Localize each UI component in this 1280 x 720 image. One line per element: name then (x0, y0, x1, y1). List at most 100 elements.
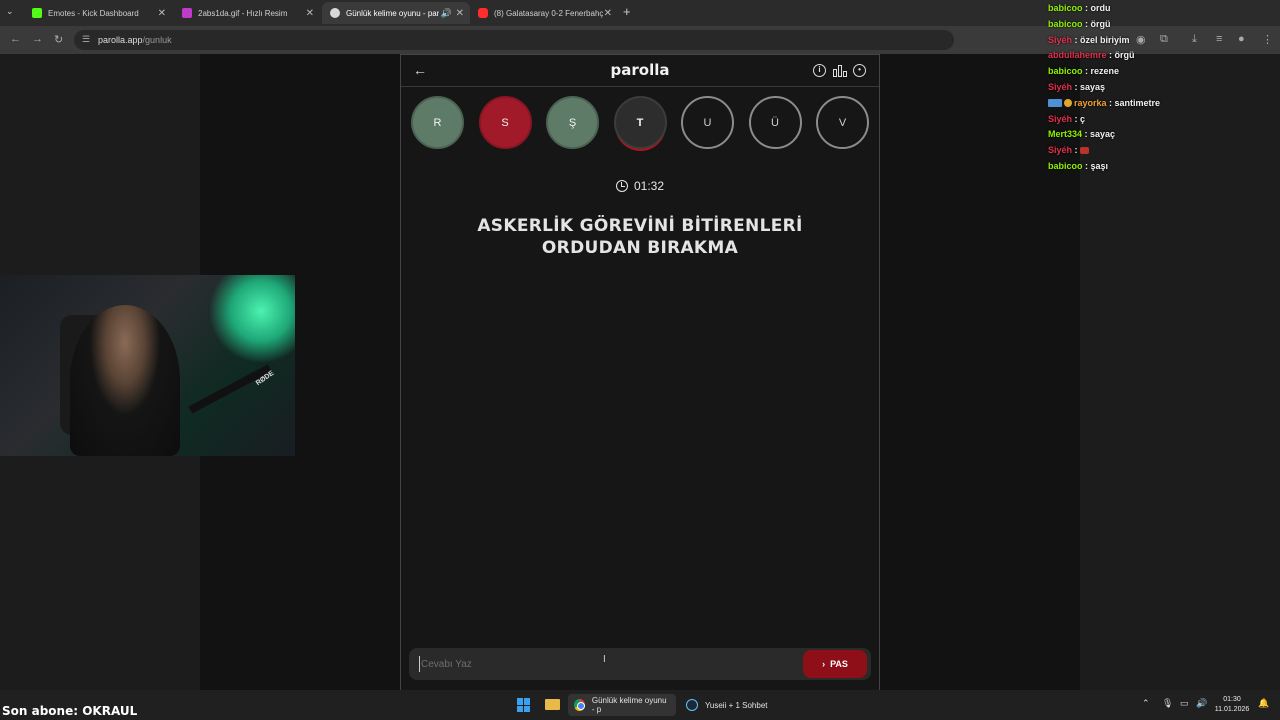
close-icon[interactable]: ✕ (456, 8, 464, 19)
question-text: ASKERLİK GÖREVİNİ BİTİRENLERİ ORDUDAN BI… (441, 215, 839, 259)
chat-text: sayaç (1090, 129, 1116, 140)
game-header: ← parolla i • (401, 55, 879, 87)
app-logo: parolla (610, 61, 670, 79)
chat-message: babicoo : örgü (1048, 18, 1111, 29)
tab-parolla[interactable]: Günlük kelime oyunu - par 🔊 ✕ (322, 2, 470, 24)
kick-icon (32, 8, 42, 18)
chat-username: Mert334 (1048, 129, 1083, 140)
tab-label: 2abs1da.gif - Hızlı Resim (198, 8, 288, 18)
close-icon[interactable]: ✕ (158, 8, 166, 19)
taskbar-steam-app[interactable]: Yuseii + 1 Sohbet (680, 694, 780, 716)
windows-start-icon[interactable] (517, 698, 531, 712)
network-icon[interactable]: ▭ (1180, 698, 1189, 709)
tab-youtube[interactable]: (8) Galatasaray 0-2 Fenerbahç ✕ (470, 2, 618, 24)
url-host: parolla.app (98, 35, 143, 45)
tab-label: (8) Galatasaray 0-2 Fenerbahç (494, 8, 604, 18)
chevron-up-icon[interactable]: ⌃ (1142, 698, 1150, 709)
chat-text: örgü (1114, 50, 1135, 61)
clock-date: 11.01.2026 (1214, 706, 1250, 713)
tab-label: Günlük kelime oyunu - par (346, 8, 440, 18)
emote-icon (1080, 147, 1090, 155)
timer-value: 01:32 (633, 179, 665, 193)
taskbar-app-label: Yuseii + 1 Sohbet (705, 700, 768, 710)
question-line-1: ASKERLİK GÖREVİNİ BİTİRENLERİ (477, 216, 803, 236)
chat-text: santimetre (1114, 97, 1161, 108)
webcam-overlay: RØDE (0, 275, 295, 456)
reload-icon[interactable]: ↻ (54, 33, 63, 46)
speaker-icon[interactable]: 🔊 (441, 8, 452, 19)
menu-icon[interactable]: ⋮ (1262, 33, 1273, 46)
gift-badge-icon (1064, 98, 1072, 107)
tab-label: Emotes - Kick Dashboard (48, 8, 139, 18)
chat-message: Siyéh : ç (1048, 113, 1086, 124)
subscriber-badge-icon (1048, 98, 1062, 107)
back-icon[interactable]: ← (10, 33, 21, 45)
volume-icon[interactable]: 🔊 (1196, 698, 1207, 709)
chat-username: abdullahemre (1048, 50, 1107, 61)
microphone-arm (188, 364, 272, 414)
user-icon[interactable]: • (853, 64, 866, 77)
chat-username: Siyéh (1048, 145, 1073, 156)
clock-icon (615, 180, 628, 192)
letter-s: S (478, 96, 532, 149)
tab-search-icon[interactable]: ⌄ (6, 6, 14, 17)
system-clock[interactable]: 01:30 11.01.2026 (1210, 695, 1254, 715)
url-path: /gunluk (142, 35, 172, 45)
microphone-icon[interactable]: 🎙 (1162, 698, 1173, 709)
pass-button[interactable]: › PAS (803, 650, 867, 678)
last-subscriber-label: Son abone: OKRAUL (2, 704, 138, 718)
chat-message: Mert334 : sayaç (1048, 129, 1116, 140)
text-cursor-icon: I (603, 654, 606, 665)
close-icon[interactable]: ✕ (604, 8, 612, 19)
chat-username: babicoo (1048, 66, 1083, 77)
streamer (70, 305, 180, 456)
chat-username: babicoo (1048, 160, 1083, 171)
close-icon[interactable]: ✕ (306, 8, 314, 19)
chat-username: babicoo (1048, 3, 1083, 13)
answer-bar: I › PAS (409, 648, 871, 680)
new-tab-button[interactable]: + (623, 4, 631, 19)
game-panel: ← parolla i • R S Ş T U Ü V 01:32 ASKERL… (400, 54, 880, 690)
steam-icon (686, 699, 698, 711)
chat-text: ordu (1090, 3, 1111, 13)
pass-label: PAS (830, 659, 848, 669)
image-icon (182, 8, 192, 18)
address-bar[interactable]: ☰ parolla.app/gunluk (74, 30, 954, 50)
letter-sh: Ş (546, 96, 599, 149)
chat-message: Siyéh : sayaş (1048, 81, 1106, 92)
chat-text: sayaş (1080, 81, 1106, 92)
parolla-icon (330, 8, 340, 18)
youtube-icon (478, 8, 488, 18)
chat-username: Siyéh (1048, 113, 1073, 124)
site-info-icon[interactable]: ☰ (82, 34, 90, 45)
letter-ue: Ü (748, 96, 802, 149)
file-explorer-icon[interactable] (545, 699, 560, 710)
chat-text: örgü (1090, 18, 1111, 29)
chat-text: ç (1080, 113, 1086, 124)
chat-username: rayorka (1074, 97, 1107, 108)
question-line-2: ORDUDAN BIRAKMA (541, 238, 739, 258)
info-icon[interactable]: i (813, 64, 826, 77)
letter-progress: R S Ş T U Ü V (411, 96, 871, 150)
chat-message: babicoo : ordu (1048, 3, 1111, 13)
tab-gif-image[interactable]: 2abs1da.gif - Hızlı Resim ✕ (174, 2, 320, 24)
chat-message: Siyéh : özel biriyim (1048, 34, 1130, 45)
chat-overlay: babicoo : ordu babicoo : örgü Siyéh : öz… (1048, 3, 1248, 177)
chat-message: abdullahemre : örgü (1048, 50, 1135, 61)
notification-icon[interactable]: 🔔 (1258, 698, 1269, 709)
letter-r: R (411, 96, 464, 149)
stats-icon[interactable] (833, 65, 847, 77)
letter-t-current: T (613, 96, 667, 149)
chat-text: özel biriyim (1080, 34, 1130, 45)
chat-text: şaşı (1090, 160, 1109, 171)
taskbar-app-label: Günlük kelime oyunu - p (591, 696, 667, 714)
answer-input[interactable] (419, 656, 779, 672)
tab-kick-emotes[interactable]: Emotes - Kick Dashboard ✕ (24, 2, 172, 24)
taskbar-chrome-app[interactable]: Günlük kelime oyunu - p (568, 694, 676, 716)
forward-icon[interactable]: → (32, 33, 43, 45)
chat-message: rayorka : santimetre (1048, 98, 1248, 114)
chat-message: Siyéh : (1048, 145, 1248, 161)
clock-time: 01:30 (1223, 696, 1241, 703)
chevron-right-icon: › (822, 659, 826, 669)
letter-v: V (816, 96, 869, 149)
